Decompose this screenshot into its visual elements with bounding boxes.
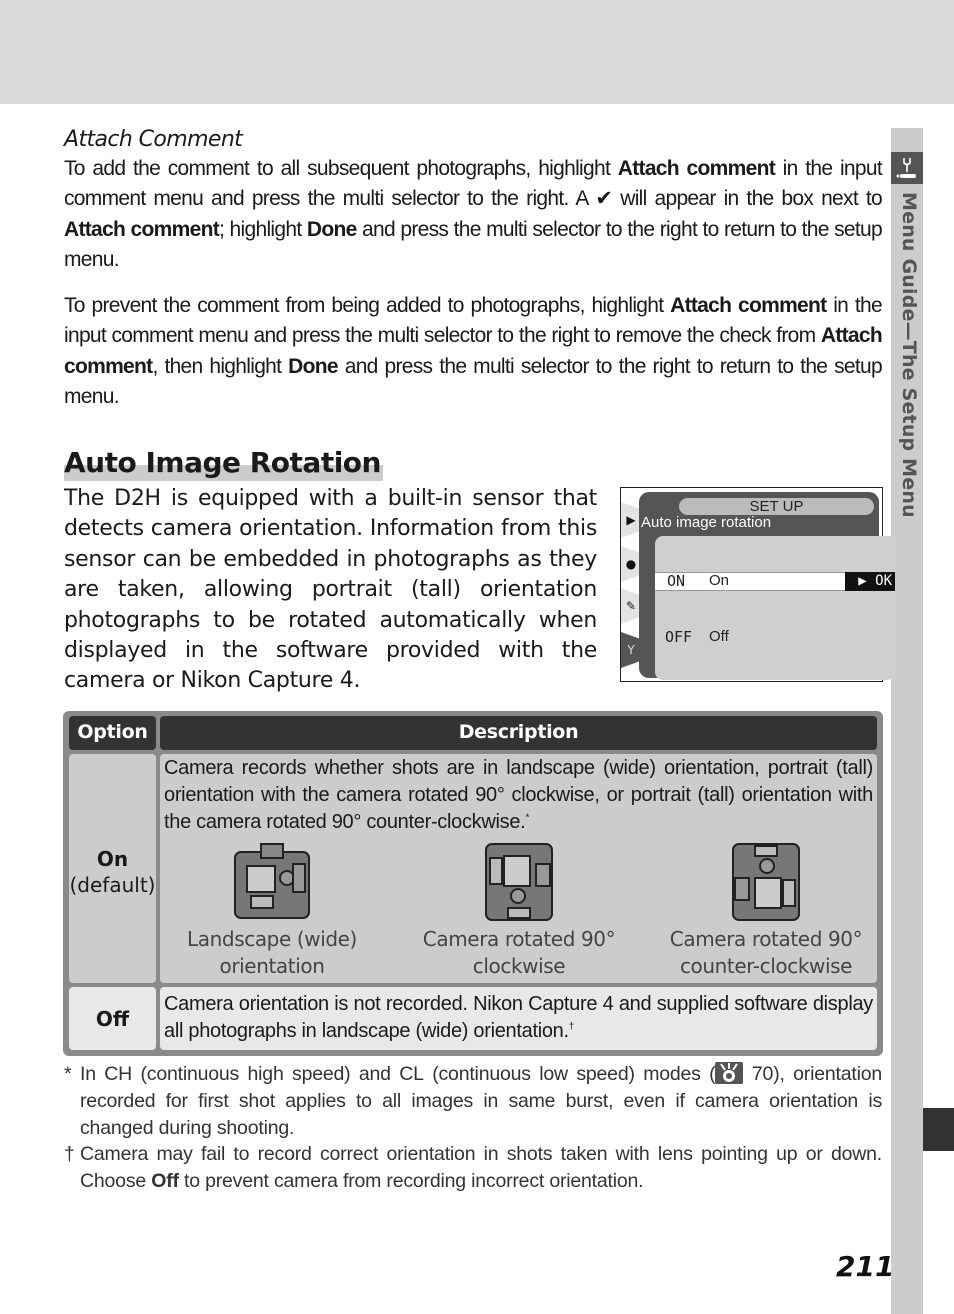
camera-menu-screenshot: ▶ ● ✎ Y SET UP Auto image rotation ON On… [620,487,895,682]
page-reference-icon [715,1062,744,1084]
page-reference-number[interactable]: 70 [752,1063,773,1085]
pencil-icon: ✎ [621,588,641,624]
camera-counter-clockwise-icon [732,843,800,921]
options-panel [655,536,895,680]
row-off-option: Off [69,987,156,1050]
caption-ccw-1: Camera rotated 90° [669,927,863,951]
wrench-icon: Y [621,632,641,668]
camera-clockwise-icon [485,843,553,921]
row-on-description: Camera records whether shots are in land… [160,754,877,983]
camera-icon: ● [621,546,641,582]
caption-ccw-2: counter-clockwise [679,954,853,978]
chapter-index-tab [923,1108,954,1151]
page-header-band [0,0,954,104]
attach-comment-paragraph-2: To prevent the comment from being added … [64,294,883,409]
footnote-mark: † [64,1143,75,1166]
menu-item-title: Auto image rotation [641,514,772,531]
setup-menu-wrench-icon [891,152,923,184]
header-description: Description [160,716,877,750]
option-code-on: ON [667,572,686,590]
caption-clockwise-2: clockwise [472,954,566,978]
screen-body: SET UP Auto image rotation ON On ▶ OK OF… [639,492,895,680]
row-off-description: Camera orientation is not recorded. Niko… [160,987,877,1050]
intro-paragraph: The D2H is equipped with a built-in sens… [64,486,597,694]
ch-mode-symbol: CH [104,1063,133,1085]
side-tab-label: Menu Guide—The Setup Menu [898,192,920,518]
figure-landscape: Landscape (wide) orientation [172,842,372,980]
options-table: Option Description On (default) Camera r… [63,711,883,1056]
on-description-text: Camera records whether shots are in land… [164,757,873,833]
footnote-asterisk: * In CH (continuous high speed) and CL (c… [64,1062,882,1139]
footnote-dagger: † Camera may fail to record correct orien… [64,1143,882,1193]
camera-landscape-icon [234,843,310,919]
attach-comment-paragraph-1: To add the comment to all subsequent pho… [64,157,883,271]
header-option: Option [69,716,156,750]
attach-comment-section: Attach Comment To add the comment to all… [64,126,883,412]
option-label-on: On [709,572,730,589]
figure-counter-clockwise: Camera rotated 90° counter-clockwise [666,842,866,980]
caption-landscape-1: Landscape (wide) [187,927,357,951]
option-off: Off [95,1007,130,1031]
option-label-off[interactable]: Off [709,628,729,645]
option-on-default-note: (default) [69,873,156,897]
caption-clockwise-1: Camera rotated 90° [422,927,616,951]
attach-comment-heading: Attach Comment [64,127,243,152]
ok-button[interactable]: ▶ OK [845,572,895,591]
footnote-mark: * [64,1063,72,1085]
footnotes: * In CH (continuous high speed) and CL (c… [64,1061,882,1195]
menu-title: SET UP [679,498,874,515]
off-description-text: Camera orientation is not recorded. Niko… [164,993,873,1042]
row-on-option: On (default) [69,754,156,983]
cl-mode-symbol: CL [399,1063,424,1085]
figure-clockwise: Camera rotated 90° clockwise [419,842,619,980]
section-heading: Auto Image Rotation [64,445,383,481]
option-on: On [96,847,129,871]
playback-icon: ▶ [621,502,641,538]
page-number: 211 [836,1250,895,1283]
option-code-off: OFF [665,628,693,646]
caption-landscape-2: orientation [219,954,325,978]
